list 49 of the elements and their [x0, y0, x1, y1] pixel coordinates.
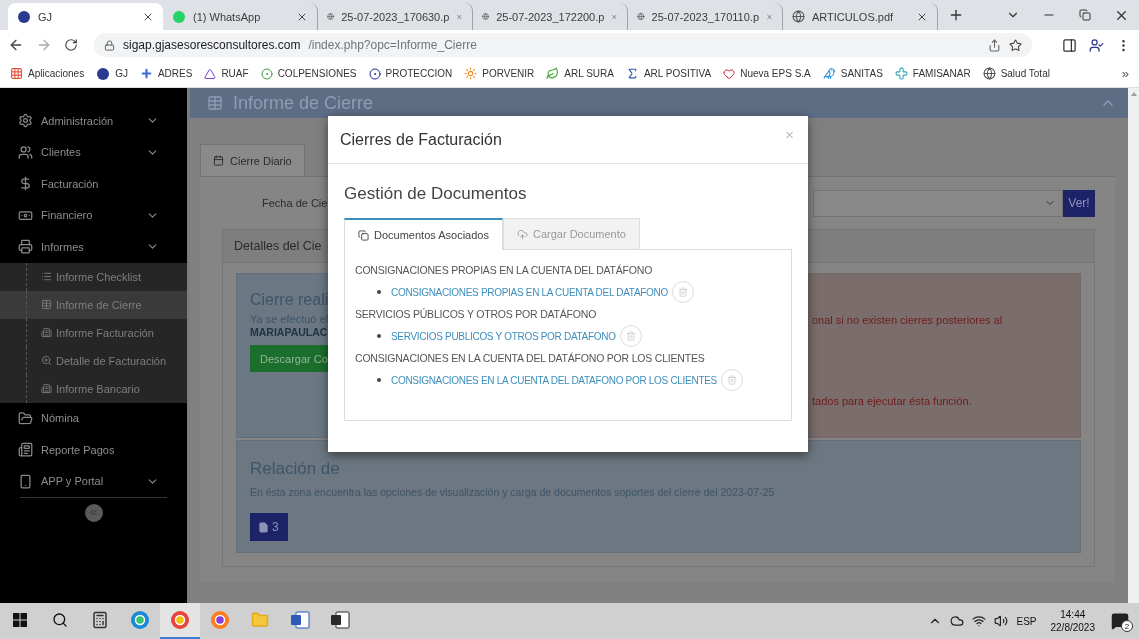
bookmark[interactable]: FAMISANAR [894, 67, 971, 80]
bookmark[interactable]: Salud Total [982, 67, 1050, 80]
notification-button[interactable]: 2 [1109, 610, 1131, 632]
browser-tab[interactable]: GJ [8, 3, 163, 30]
address-bar[interactable]: sigap.gjasesoresconsultores.com /index.php?opc=Informe_Cierre [94, 33, 1032, 57]
bookmark[interactable]: GJ [96, 66, 128, 81]
bookmark[interactable]: RUAF [204, 67, 249, 80]
sidebar-item[interactable]: Nómina [0, 402, 187, 434]
modal-subtitle: Gestión de Documentos [344, 184, 528, 204]
page-tab[interactable]: Cierre Diario [200, 144, 305, 176]
warning-text: tados para ejecutar ésta función. [812, 395, 973, 407]
sidebar-item[interactable]: Financiero [0, 199, 187, 231]
more-bookmarks[interactable]: » [1121, 66, 1129, 81]
sidebar-item[interactable]: Informes [0, 231, 187, 263]
document-link[interactable]: CONSIGNACIONES EN LA CUENTA DEL DATAFONO POR LOS CLIENTES [391, 374, 717, 386]
date-label: Fecha de Cie [262, 197, 329, 209]
sidebar-item[interactable]: Reporte Pagos [0, 434, 187, 466]
sidebar-item[interactable]: Clientes [0, 136, 187, 168]
view-button[interactable]: Ver! [1063, 189, 1095, 217]
sidebar-item[interactable]: Facturación [0, 168, 187, 200]
bookmark[interactable]: COLPENSIONES [260, 67, 357, 80]
submenu-item[interactable]: Informe Checklist [0, 262, 187, 291]
section-heading: SERVICIOS PÚBLICOS Y OTROS POR DATÁFONO [355, 308, 598, 320]
url-host: sigap.gjasesoresconsultores.com [123, 38, 301, 52]
bookmark[interactable]: ARL POSITIVA [625, 67, 712, 80]
section-heading: CONSIGNACIONES EN LA CUENTA DEL DATÁFONO POR LOS CLIENTES [355, 352, 706, 364]
bookmark[interactable]: ARL SURA [546, 67, 614, 80]
documents-button[interactable]: 3 [250, 513, 288, 541]
document-link[interactable]: SERVICIOS PUBLICOS Y OTROS POR DATAFONO [391, 330, 616, 342]
bookmark[interactable]: ADRES [139, 67, 193, 80]
bookmark[interactable]: Nueva EPS S.A [723, 67, 811, 80]
language-indicator[interactable]: ESP [1016, 615, 1037, 627]
submenu-item[interactable]: Informe Facturación [0, 318, 187, 347]
url-path: /index.php?opc=Informe_Cierre [308, 38, 478, 52]
sidebar-item[interactable]: Administración [0, 105, 187, 137]
section-heading: CONSIGNACIONES PROPIAS EN LA CUENTA DEL DATÁFONO [355, 264, 654, 276]
bookmark[interactable]: PROTECCION [368, 67, 453, 80]
document-link[interactable]: CONSIGNACIONES PROPIAS EN LA CUENTA DEL DATAFONO [391, 286, 668, 298]
submenu-item[interactable]: Detalle de Facturación [0, 346, 187, 375]
modal-tab[interactable]: Documentos Asociados [344, 218, 503, 250]
bookmark[interactable]: Aplicaciones [10, 67, 85, 80]
bookmark[interactable]: SANITAS [822, 67, 883, 80]
bookmark[interactable]: PORVENIR [464, 67, 535, 80]
user-name: MARIAPAULAC [250, 326, 329, 338]
sidebar-item[interactable]: APP y Portal [0, 465, 187, 497]
modal-title: Cierres de Facturación [340, 130, 503, 149]
clock[interactable]: 14:44 22/8/2023 [1050, 608, 1095, 634]
submenu-item[interactable]: Informe Bancario [0, 374, 187, 403]
warning-text: onal si no existen cierres posteriores al [812, 314, 1004, 326]
